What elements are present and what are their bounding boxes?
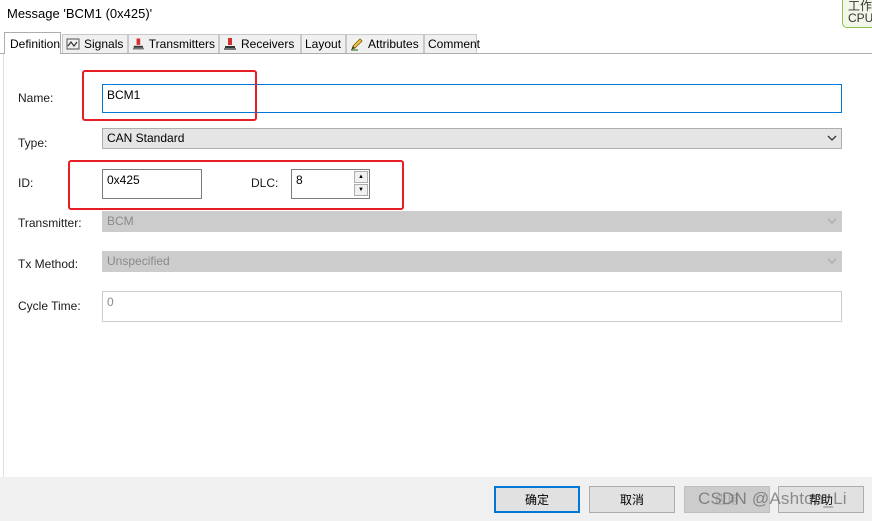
tab-comment-label: Comment — [428, 37, 481, 51]
pencil-icon — [351, 38, 363, 51]
name-label: Name: — [18, 91, 54, 105]
ok-button[interactable]: 确定 — [494, 486, 580, 513]
signal-wave-icon — [66, 38, 80, 50]
chevron-down-icon — [827, 258, 837, 264]
annotation-box-name — [82, 70, 257, 121]
tab-transmitters[interactable]: Transmitters — [128, 34, 219, 53]
watermark-text: CSDN @Ashton_Li — [698, 489, 847, 508]
tab-signals-label: Signals — [84, 37, 124, 51]
tab-attributes[interactable]: Attributes — [346, 34, 424, 53]
transmitter-select-value: BCM — [107, 214, 134, 228]
tab-strip: Definition Signals Transmitters Receiver… — [0, 32, 872, 54]
cycletime-label: Cycle Time: — [18, 299, 81, 313]
annotation-box-id-dlc — [68, 160, 404, 210]
type-select-value: CAN Standard — [107, 131, 185, 145]
transmitter-select: BCM — [102, 211, 842, 232]
tab-receivers-label: Receivers — [241, 37, 295, 51]
txmethod-select: Unspecified — [102, 251, 842, 272]
txmethod-label: Tx Method: — [18, 257, 79, 271]
ok-button-label: 确定 — [524, 493, 549, 507]
type-select[interactable]: CAN Standard — [102, 128, 842, 149]
cycletime-input: 0 — [102, 291, 842, 322]
tab-attributes-label: Attributes — [368, 37, 419, 51]
type-label: Type: — [18, 136, 48, 150]
id-label: ID: — [18, 176, 34, 190]
title-bar: Message 'BCM1 (0x425)' — [0, 0, 872, 30]
receiver-icon — [224, 38, 236, 50]
window-title: Message 'BCM1 (0x425)' — [7, 6, 153, 21]
cancel-button[interactable]: 取消 — [589, 486, 675, 513]
tab-comment[interactable]: Comment — [424, 34, 481, 53]
cancel-button-label: 取消 — [619, 493, 644, 507]
tab-transmitters-label: Transmitters — [148, 37, 215, 51]
transmitter-label: Transmitter: — [18, 216, 82, 230]
tab-signals[interactable]: Signals — [62, 34, 128, 53]
chevron-down-icon — [827, 135, 837, 141]
transmitter-icon — [132, 38, 144, 50]
cycletime-input-value: 0 — [107, 295, 114, 309]
tab-layout-label: Layout — [305, 37, 342, 51]
tab-definition[interactable]: Definition — [4, 32, 61, 54]
txmethod-select-value: Unspecified — [107, 254, 170, 268]
tab-layout[interactable]: Layout — [301, 34, 346, 53]
tab-definition-label: Definition — [10, 36, 61, 51]
chevron-down-icon — [827, 218, 837, 224]
tab-receivers[interactable]: Receivers — [219, 34, 301, 53]
overlay-line-2: CPU — [848, 11, 872, 25]
cpu-monitor-widget[interactable]: 工作 CPU — [842, 0, 872, 28]
